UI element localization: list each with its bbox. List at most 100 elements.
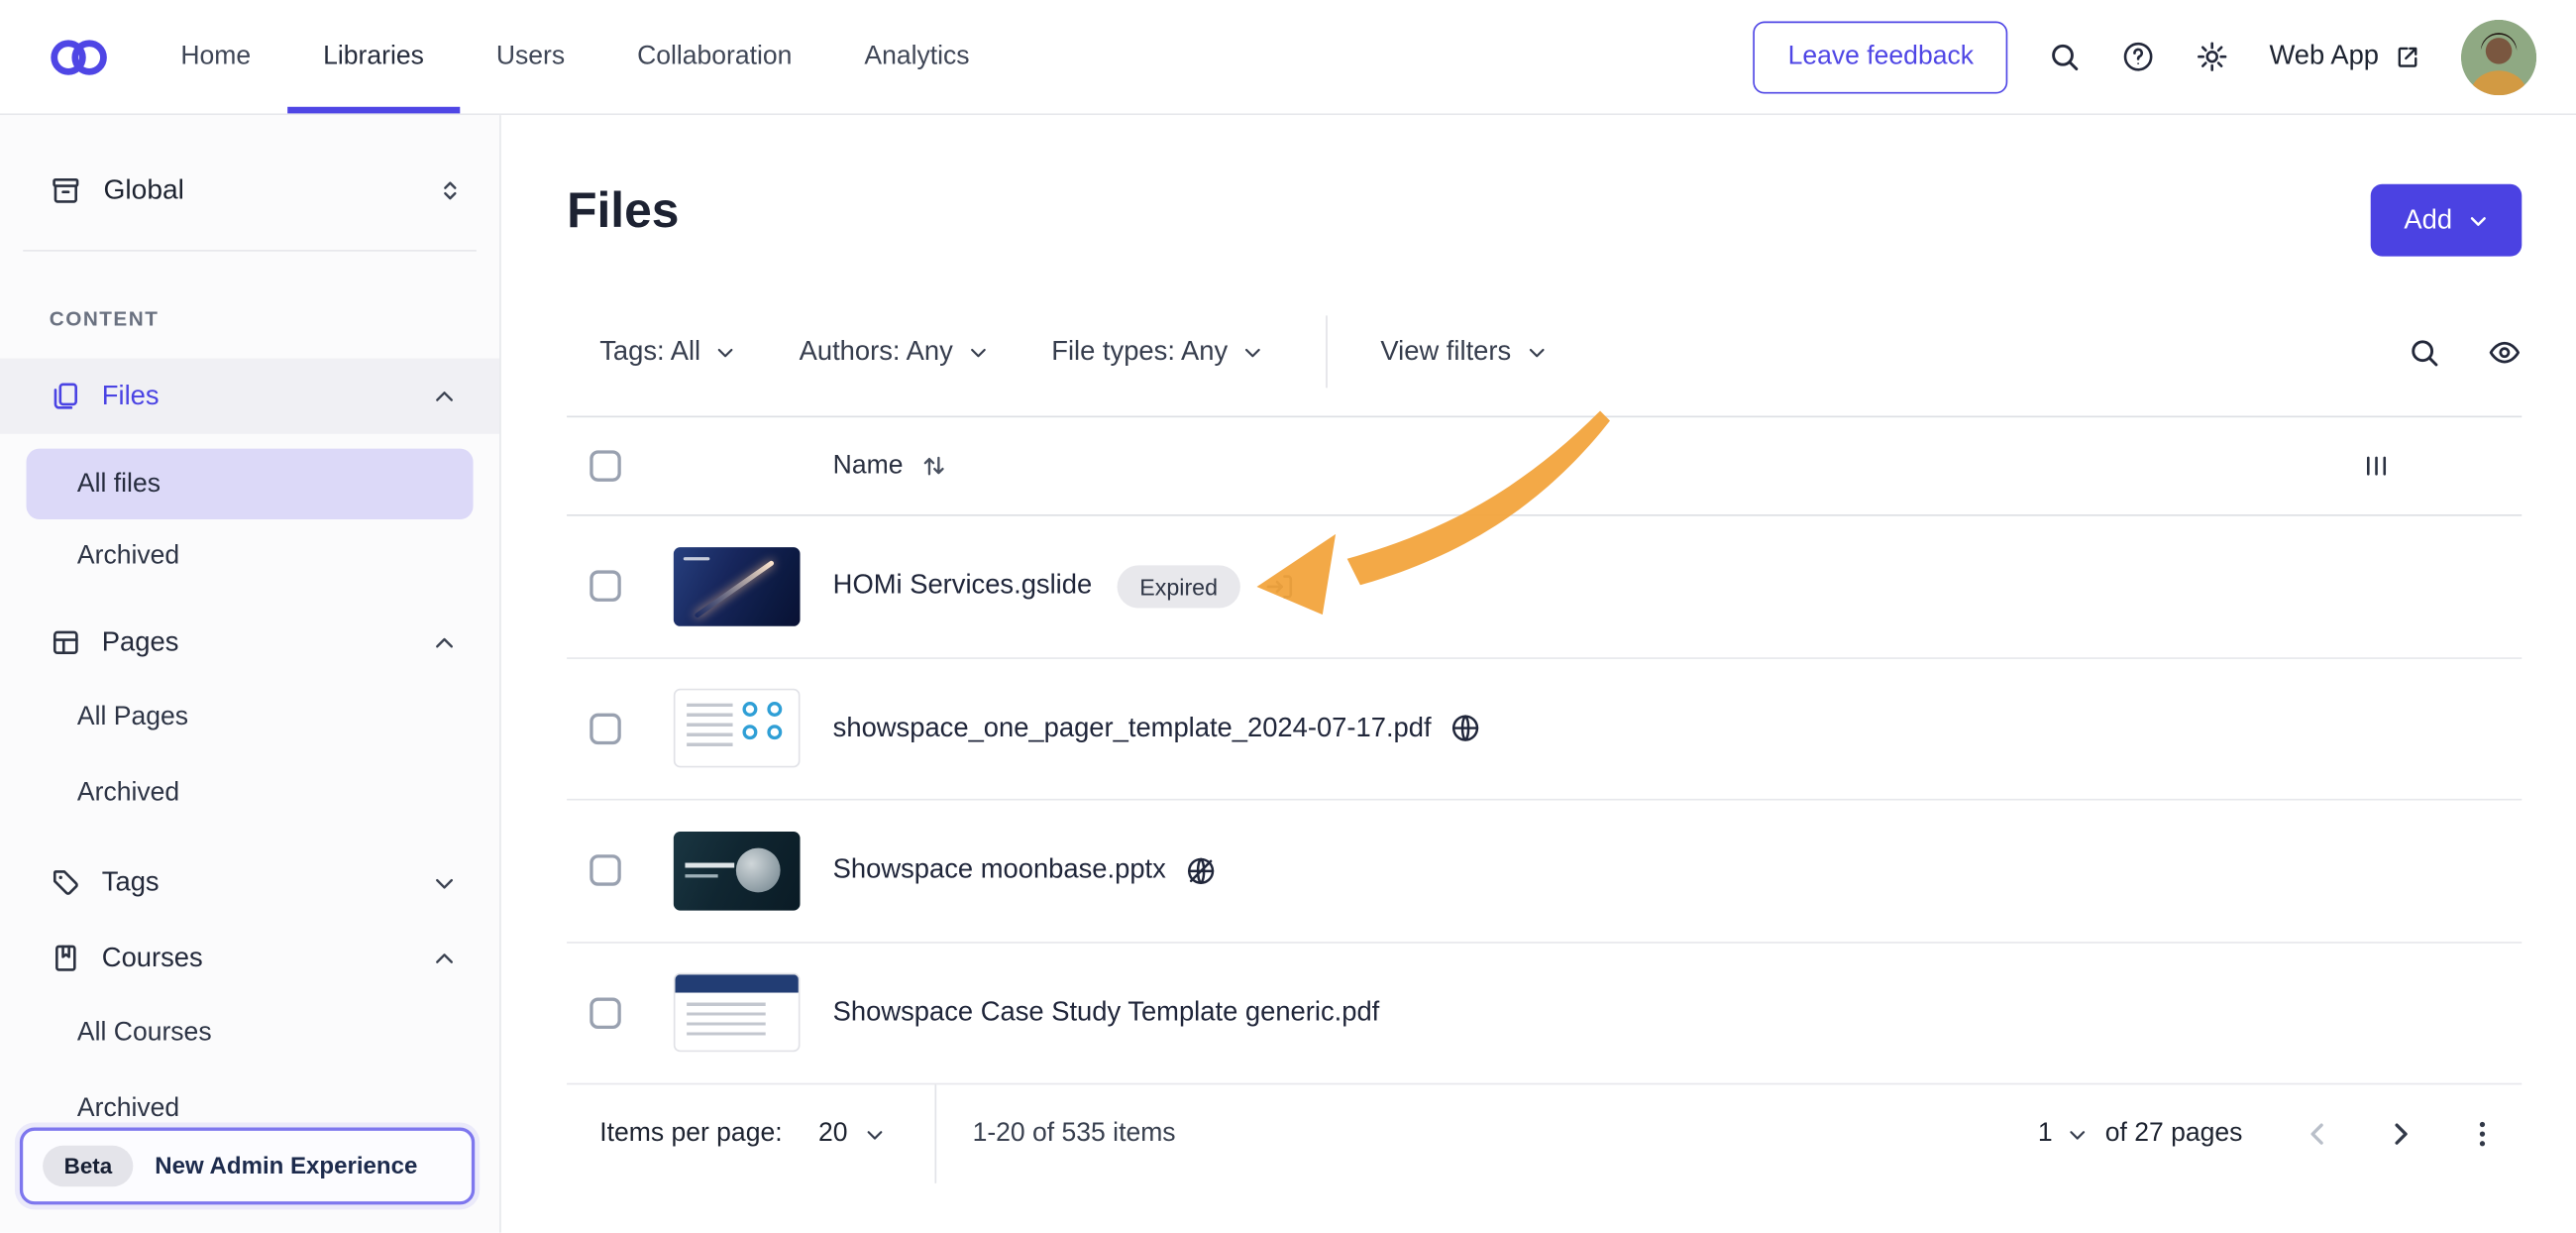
sidebar-item-all-courses[interactable]: All Courses bbox=[0, 996, 499, 1071]
web-app-link[interactable]: Web App bbox=[2269, 41, 2421, 72]
nav-analytics[interactable]: Analytics bbox=[864, 0, 969, 113]
new-admin-experience-label: New Admin Experience bbox=[155, 1153, 417, 1179]
sidebar-group-files[interactable]: Files bbox=[0, 358, 499, 433]
pagination-bar: Items per page: 20 1-20 of 535 items 1 o… bbox=[567, 1084, 2522, 1182]
user-avatar[interactable] bbox=[2461, 19, 2536, 94]
chevron-down-icon bbox=[2467, 209, 2489, 231]
current-page-value: 1 bbox=[2038, 1119, 2053, 1149]
sidebar: Global CONTENT Files All files Archived bbox=[0, 115, 501, 1233]
sidebar-divider bbox=[23, 250, 477, 252]
chevron-down-icon bbox=[715, 341, 737, 363]
courses-icon bbox=[50, 942, 82, 974]
external-link-icon bbox=[2394, 43, 2421, 70]
sidebar-item-archived-pages[interactable]: Archived bbox=[0, 756, 499, 832]
sidebar-item-all-files[interactable]: All files bbox=[27, 449, 474, 519]
sort-icon[interactable] bbox=[919, 452, 947, 480]
total-pages-label: of 27 pages bbox=[2105, 1119, 2243, 1149]
authors-filter[interactable]: Authors: Any bbox=[800, 336, 990, 368]
table-row[interactable]: showspace_one_pager_template_2024-07-17.… bbox=[567, 658, 2522, 800]
file-thumbnail[interactable] bbox=[674, 689, 801, 768]
sidebar-group-courses[interactable]: Courses bbox=[0, 921, 499, 996]
tags-filter[interactable]: Tags: All bbox=[599, 336, 736, 368]
sidebar-group-tags[interactable]: Tags bbox=[0, 844, 499, 920]
preview-eye-icon[interactable] bbox=[2487, 334, 2522, 369]
row-checkbox[interactable] bbox=[590, 997, 621, 1029]
items-per-page-select[interactable]: 20 bbox=[818, 1119, 886, 1149]
file-name[interactable]: HOMi Services.gslide bbox=[833, 571, 1093, 603]
sidebar-group-pages[interactable]: Pages bbox=[0, 605, 499, 680]
items-per-page-value: 20 bbox=[818, 1119, 848, 1149]
add-button-label: Add bbox=[2404, 204, 2452, 236]
topbar-actions: Leave feedback Web App bbox=[1754, 19, 2536, 94]
nav-users[interactable]: Users bbox=[496, 0, 565, 113]
content-section-label: CONTENT bbox=[50, 307, 499, 332]
leave-feedback-button[interactable]: Leave feedback bbox=[1754, 21, 2008, 93]
chevron-down-icon bbox=[864, 1123, 886, 1145]
page-select[interactable]: 1 bbox=[2038, 1119, 2089, 1149]
next-page-icon[interactable] bbox=[2384, 1118, 2416, 1151]
name-column-header[interactable]: Name bbox=[833, 451, 904, 481]
up-down-chevrons-icon[interactable] bbox=[437, 177, 464, 204]
view-filters-dropdown[interactable]: View filters bbox=[1380, 336, 1547, 368]
tag-icon bbox=[50, 866, 82, 899]
sidebar-group-label: Pages bbox=[102, 627, 412, 659]
app-logo[interactable] bbox=[46, 32, 111, 81]
main-content: Files Add Tags: All Authors: Any bbox=[501, 115, 2576, 1233]
expired-badge: Expired bbox=[1117, 565, 1240, 608]
beta-badge: Beta bbox=[43, 1146, 134, 1186]
top-navigation-bar: Home Libraries Users Collaboration Analy… bbox=[0, 0, 2576, 115]
chevron-down-icon bbox=[1242, 341, 1264, 363]
overflow-menu-icon[interactable] bbox=[2466, 1118, 2499, 1151]
file-name[interactable]: Showspace moonbase.pptx bbox=[833, 855, 1166, 887]
table-search-icon[interactable] bbox=[2407, 334, 2441, 369]
file-name[interactable]: Showspace Case Study Template generic.pd… bbox=[833, 997, 1380, 1029]
file-name[interactable]: showspace_one_pager_template_2024-07-17.… bbox=[833, 713, 1432, 744]
nav-collaboration[interactable]: Collaboration bbox=[637, 0, 792, 113]
pages-icon bbox=[50, 626, 82, 659]
row-checkbox[interactable] bbox=[590, 571, 621, 603]
previous-page-icon[interactable] bbox=[2302, 1118, 2334, 1151]
global-workspace-icon bbox=[50, 174, 82, 207]
table-row[interactable]: Showspace Case Study Template generic.pd… bbox=[567, 943, 2522, 1084]
file-thumbnail[interactable] bbox=[674, 547, 801, 626]
table-row[interactable]: Showspace moonbase.pptx bbox=[567, 801, 2522, 943]
items-range-text: 1-20 of 535 items bbox=[973, 1119, 1176, 1149]
files-table: Name HO bbox=[567, 416, 2522, 1085]
add-button[interactable]: Add bbox=[2371, 184, 2522, 257]
sidebar-group-label: Courses bbox=[102, 943, 412, 974]
workspace-name: Global bbox=[103, 174, 415, 207]
help-icon[interactable] bbox=[2121, 40, 2156, 74]
select-all-checkbox[interactable] bbox=[590, 450, 621, 482]
table-header: Name bbox=[567, 417, 2522, 515]
file-thumbnail[interactable] bbox=[674, 832, 801, 911]
chevron-up-icon[interactable] bbox=[432, 946, 457, 970]
globe-icon bbox=[1449, 712, 1482, 744]
app-window: Home Libraries Users Collaboration Analy… bbox=[0, 0, 2576, 1233]
items-per-page-label: Items per page: bbox=[599, 1119, 782, 1149]
file-types-filter-label: File types: Any bbox=[1051, 336, 1228, 368]
new-admin-experience-banner[interactable]: Beta New Admin Experience bbox=[20, 1127, 475, 1204]
infinity-logo-icon bbox=[46, 32, 111, 81]
nav-libraries[interactable]: Libraries bbox=[323, 0, 424, 113]
table-row[interactable]: HOMi Services.gslide Expired bbox=[567, 516, 2522, 658]
workspace-selector[interactable]: Global bbox=[0, 152, 499, 231]
chevron-up-icon[interactable] bbox=[432, 384, 457, 408]
web-app-label: Web App bbox=[2269, 41, 2379, 72]
chevron-up-icon[interactable] bbox=[432, 630, 457, 655]
settings-gear-icon[interactable] bbox=[2196, 40, 2230, 74]
authors-filter-label: Authors: Any bbox=[800, 336, 953, 368]
manage-columns-icon[interactable] bbox=[2362, 452, 2390, 480]
page-title: Files bbox=[567, 184, 679, 240]
filter-bar: Tags: All Authors: Any File types: Any V bbox=[599, 315, 2522, 388]
row-checkbox[interactable] bbox=[590, 713, 621, 744]
nav-home[interactable]: Home bbox=[180, 0, 251, 113]
sidebar-item-all-pages[interactable]: All Pages bbox=[0, 680, 499, 755]
row-checkbox[interactable] bbox=[590, 855, 621, 887]
sidebar-item-archived-files[interactable]: Archived bbox=[0, 519, 499, 595]
search-icon[interactable] bbox=[2048, 40, 2083, 74]
file-types-filter[interactable]: File types: Any bbox=[1051, 336, 1263, 368]
file-thumbnail[interactable] bbox=[674, 973, 801, 1053]
chevron-down-icon[interactable] bbox=[432, 870, 457, 895]
files-icon bbox=[50, 380, 82, 412]
chevron-down-icon bbox=[1526, 341, 1548, 363]
